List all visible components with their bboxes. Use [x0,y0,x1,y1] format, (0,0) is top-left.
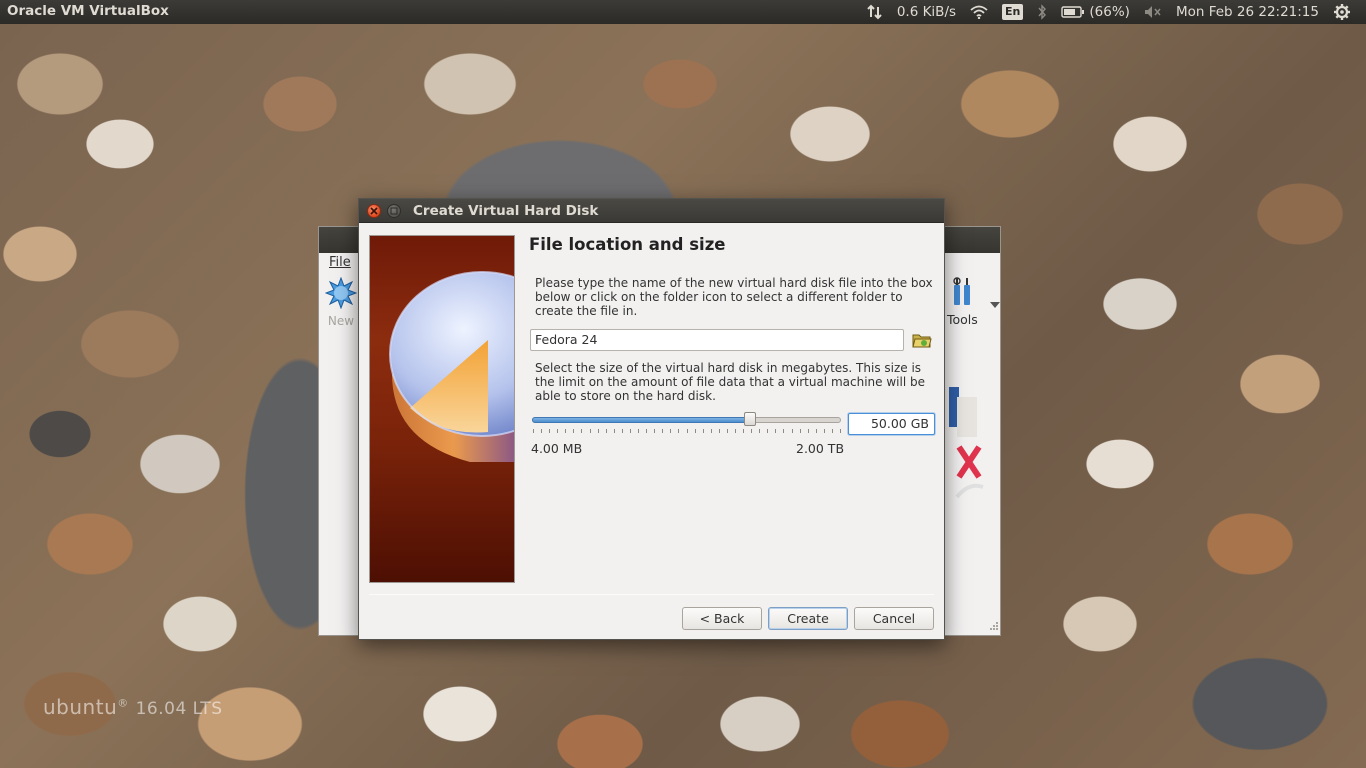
slider-fill [532,417,750,423]
welcome-mascot-icon [949,387,989,510]
tools-dropdown-icon[interactable] [990,297,1000,311]
resize-grip[interactable] [990,619,998,633]
tools-icon [953,277,971,305]
page-heading: File location and size [529,235,726,254]
wifi-icon[interactable] [963,0,995,24]
new-vm-label: New [327,314,355,328]
dialog-title: Create Virtual Hard Disk [413,203,599,219]
close-button[interactable] [367,204,381,218]
button-separator [369,594,934,595]
transfer-icon[interactable] [860,0,890,24]
tools-label: Tools [947,312,978,327]
new-vm-button[interactable]: New [323,276,359,328]
slider-max-label: 2.00 TB [796,441,845,456]
manager-menubar: File [329,255,351,270]
create-virtual-hard-disk-dialog: Create Virtual Hard Disk File location a… [358,198,945,640]
folder-icon [912,334,932,348]
new-starburst-icon [324,276,358,310]
create-button[interactable]: Create [768,607,848,630]
disk-size-slider[interactable] [532,412,841,436]
network-speed[interactable]: 0.6 KiB/s [890,0,963,24]
battery-percent: (66%) [1089,4,1130,20]
clock[interactable]: Mon Feb 26 22:21:15 [1169,0,1326,24]
ubuntu-watermark: ubuntu® 16.04 LTS [43,695,223,719]
keyboard-layout[interactable]: En [995,0,1030,24]
minimize-button[interactable] [387,204,401,218]
slider-handle[interactable] [744,412,756,426]
choose-folder-button[interactable] [912,331,932,349]
hard-disk-pie-icon [389,271,514,462]
active-app-title: Oracle VM VirtualBox [7,3,169,19]
volume-muted-icon[interactable] [1137,0,1169,24]
tools-button[interactable]: Tools [947,277,978,327]
dialog-titlebar[interactable]: Create Virtual Hard Disk [359,199,944,223]
slider-min-label: 4.00 MB [531,441,583,456]
top-panel: Oracle VM VirtualBox 0.6 KiB/s En (66%) … [0,0,1366,24]
battery-icon [1061,6,1085,18]
settings-gear-icon[interactable] [1326,0,1358,24]
location-help-text: Please type the name of the new virtual … [535,276,933,318]
slider-ticks [533,429,841,433]
cancel-button[interactable]: Cancel [854,607,934,630]
size-help-text: Select the size of the virtual hard disk… [535,361,925,403]
close-icon [370,207,378,215]
wizard-side-image [369,235,515,583]
bluetooth-icon[interactable] [1030,0,1054,24]
file-name-input[interactable]: Fedora 24 [530,329,904,351]
menu-file[interactable]: File [329,255,351,270]
disk-size-input[interactable]: 50.00 GB [848,413,935,435]
back-button[interactable]: < Back [682,607,762,630]
minimize-icon [390,207,398,215]
indicator-area: 0.6 KiB/s En (66%) Mon Feb 26 22:21:15 [860,0,1358,24]
battery-indicator[interactable]: (66%) [1054,0,1137,24]
